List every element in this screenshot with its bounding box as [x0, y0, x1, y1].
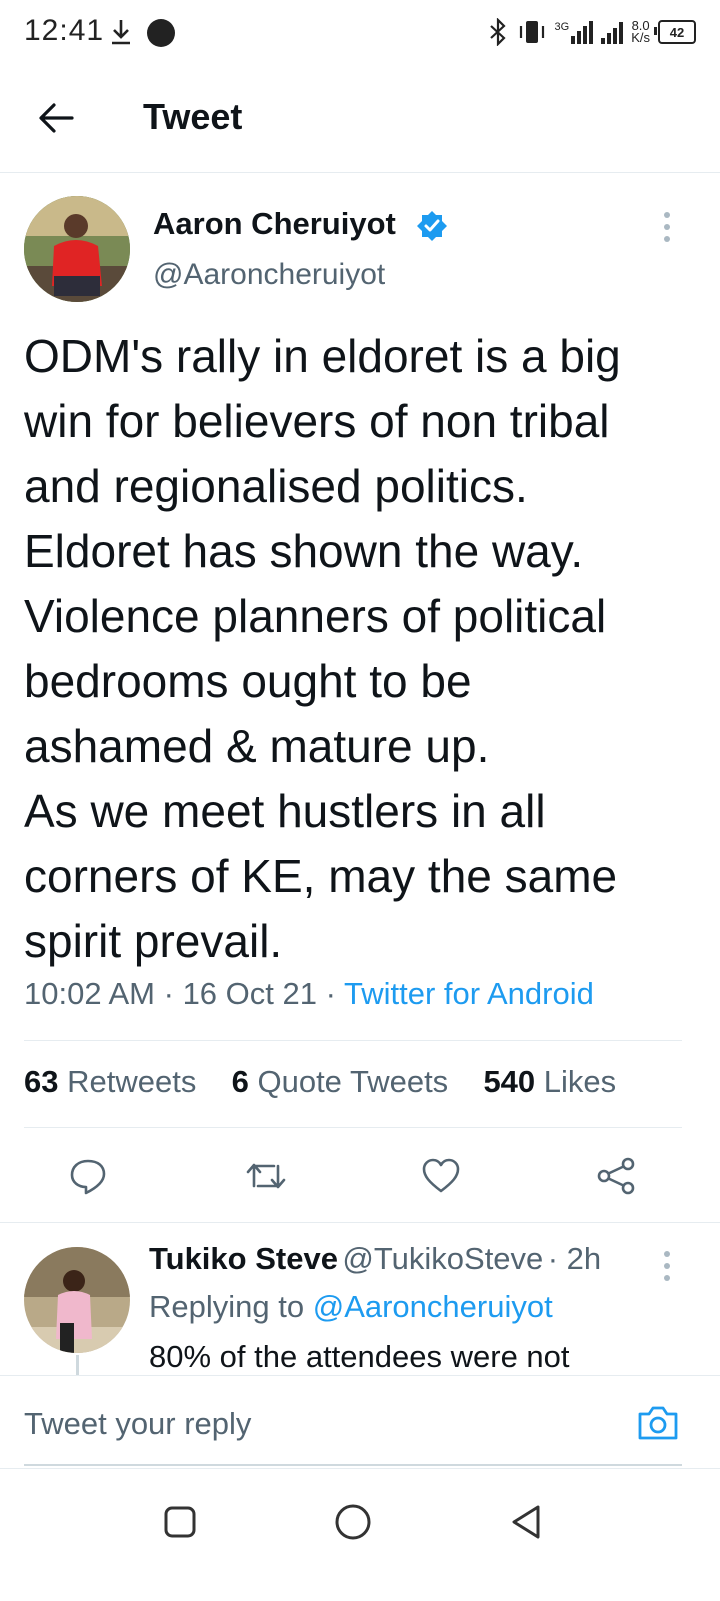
status-bar: 12:41 3G 8.0 K/s 42 — [0, 0, 720, 64]
author-avatar[interactable] — [24, 196, 130, 302]
status-icons: 3G 8.0 K/s 42 — [487, 14, 696, 50]
reply-avatar[interactable] — [24, 1247, 130, 1353]
tweet-text: ODM's rally in eldoret is a big win for … — [24, 330, 621, 967]
back-arrow-icon[interactable] — [36, 100, 76, 136]
reply-more-options-icon[interactable] — [662, 1251, 672, 1281]
download-icon — [112, 20, 130, 45]
tweet-time: 10:02 AM — [24, 976, 155, 1011]
retweets-label: Retweets — [67, 1064, 197, 1099]
tweet-stats: 63 Retweets 6 Quote Tweets 540 Likes — [24, 1064, 616, 1100]
verified-badge-icon — [417, 211, 447, 241]
tweet-meta: 10:02 AM · 16 Oct 21 · Twitter for Andro… — [24, 976, 594, 1012]
replying-to-handle[interactable]: @Aaroncheruiyot — [313, 1289, 553, 1324]
share-icon[interactable] — [596, 1156, 636, 1196]
reply-input[interactable]: Tweet your reply — [24, 1406, 584, 1442]
meta-separator: · — [325, 976, 336, 1011]
signal-icon — [601, 20, 624, 44]
reply-text: 80% of the attendees were not — [149, 1339, 570, 1374]
system-nav-bar — [0, 1468, 720, 1601]
author-handle[interactable]: @Aaroncheruiyot — [153, 258, 385, 292]
divider — [24, 1127, 682, 1128]
composer-underline — [24, 1464, 682, 1466]
reply-header: Tukiko Steve @TukikoSteve · 2h — [149, 1241, 601, 1277]
retweets-count: 63 — [24, 1064, 59, 1099]
reply-author-name[interactable]: Tukiko Steve — [149, 1241, 338, 1276]
quotes-label: Quote Tweets — [257, 1064, 449, 1099]
page-title: Tweet — [143, 96, 243, 137]
signal-3g-icon: 3G — [554, 20, 594, 44]
retweets-stat[interactable]: 63 Retweets — [24, 1064, 196, 1099]
divider — [0, 1222, 720, 1223]
tweet-source-link[interactable]: Twitter for Android — [344, 976, 594, 1011]
vibrate-icon — [519, 21, 544, 43]
recents-icon[interactable] — [163, 1505, 197, 1539]
like-icon[interactable] — [421, 1156, 461, 1196]
likes-count: 540 — [483, 1064, 536, 1099]
status-time: 12:41 — [24, 14, 105, 47]
retweet-icon[interactable] — [244, 1156, 288, 1196]
bluetooth-icon — [489, 18, 506, 46]
replying-to: Replying to @Aaroncheruiyot — [149, 1289, 553, 1325]
tweet-date: 16 Oct 21 — [182, 976, 317, 1011]
reply-item[interactable]: Tukiko Steve @TukikoSteve · 2h Replying … — [0, 1225, 720, 1375]
likes-stat[interactable]: 540 Likes — [483, 1064, 616, 1099]
tweet-actions — [0, 1130, 720, 1220]
more-options-icon[interactable] — [662, 212, 672, 242]
battery-level: 42 — [669, 24, 685, 40]
quotes-stat[interactable]: 6 Quote Tweets — [232, 1064, 449, 1099]
network-label: 3G — [554, 20, 570, 33]
reply-composer: Tweet your reply — [0, 1375, 720, 1468]
reply-author-handle[interactable]: @TukikoSteve — [342, 1241, 543, 1276]
divider — [24, 1040, 682, 1041]
quotes-count: 6 — [231, 1064, 249, 1099]
reply-time: · 2h — [547, 1241, 602, 1276]
home-icon[interactable] — [334, 1503, 372, 1541]
speed-unit: K/s — [631, 30, 650, 45]
likes-label: Likes — [543, 1064, 617, 1099]
notification-dot-icon — [147, 19, 175, 47]
back-icon[interactable] — [508, 1503, 544, 1541]
battery-icon: 42 — [654, 20, 696, 44]
thread-line — [76, 1355, 79, 1375]
replying-label: Replying to — [149, 1289, 305, 1324]
author-name[interactable]: Aaron Cheruiyot — [153, 206, 396, 242]
app-header: Tweet — [0, 64, 720, 173]
reply-icon[interactable] — [68, 1156, 108, 1196]
camera-icon[interactable] — [636, 1402, 680, 1442]
meta-separator: · — [163, 976, 174, 1011]
net-speed: 8.0 K/s — [631, 19, 650, 45]
